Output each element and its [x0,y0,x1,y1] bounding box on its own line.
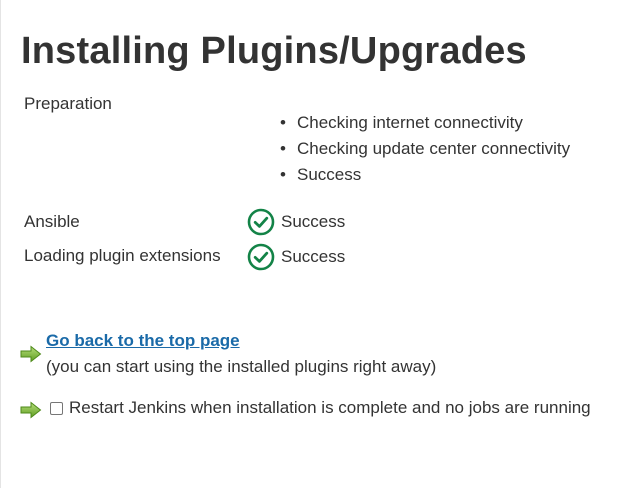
preparation-steps-list: • Checking internet connectivity • Checkin… [277,110,570,188]
preparation-label: Preparation [24,94,112,113]
check-circle-icon [247,243,275,271]
preparation-step-text: Success [297,165,362,184]
restart-jenkins-label[interactable]: Restart Jenkins when installation is com… [69,398,591,418]
preparation-step-text: Checking internet connectivity [297,113,523,132]
preparation-step-text: Checking update center connectivity [297,139,571,158]
top-page-note: (you can start using the installed plugi… [46,357,437,376]
ansible-status-text: Success [281,212,346,231]
green-arrow-icon [20,345,42,363]
plugin-extensions-status: Success [247,242,345,272]
page-title: Installing Plugins/Upgrades [21,30,527,72]
go-back-to-top-page-link[interactable]: Go back to the top page [46,331,240,351]
preparation-step: • Checking internet connectivity [280,113,523,132]
ansible-status: Success [247,207,345,237]
restart-option: Restart Jenkins when installation is com… [50,398,591,418]
ansible-label: Ansible [24,212,80,231]
green-arrow-icon [20,401,42,419]
check-circle-icon [247,208,275,236]
plugin-extensions-status-text: Success [281,247,346,266]
restart-jenkins-checkbox[interactable] [50,401,63,415]
install-page: Installing Plugins/Upgrades Preparation … [0,0,635,488]
plugin-extensions-label: Loading plugin extensions [24,246,221,265]
preparation-step: • Checking update center connectivity [280,139,571,158]
preparation-step: • Success [280,165,362,184]
